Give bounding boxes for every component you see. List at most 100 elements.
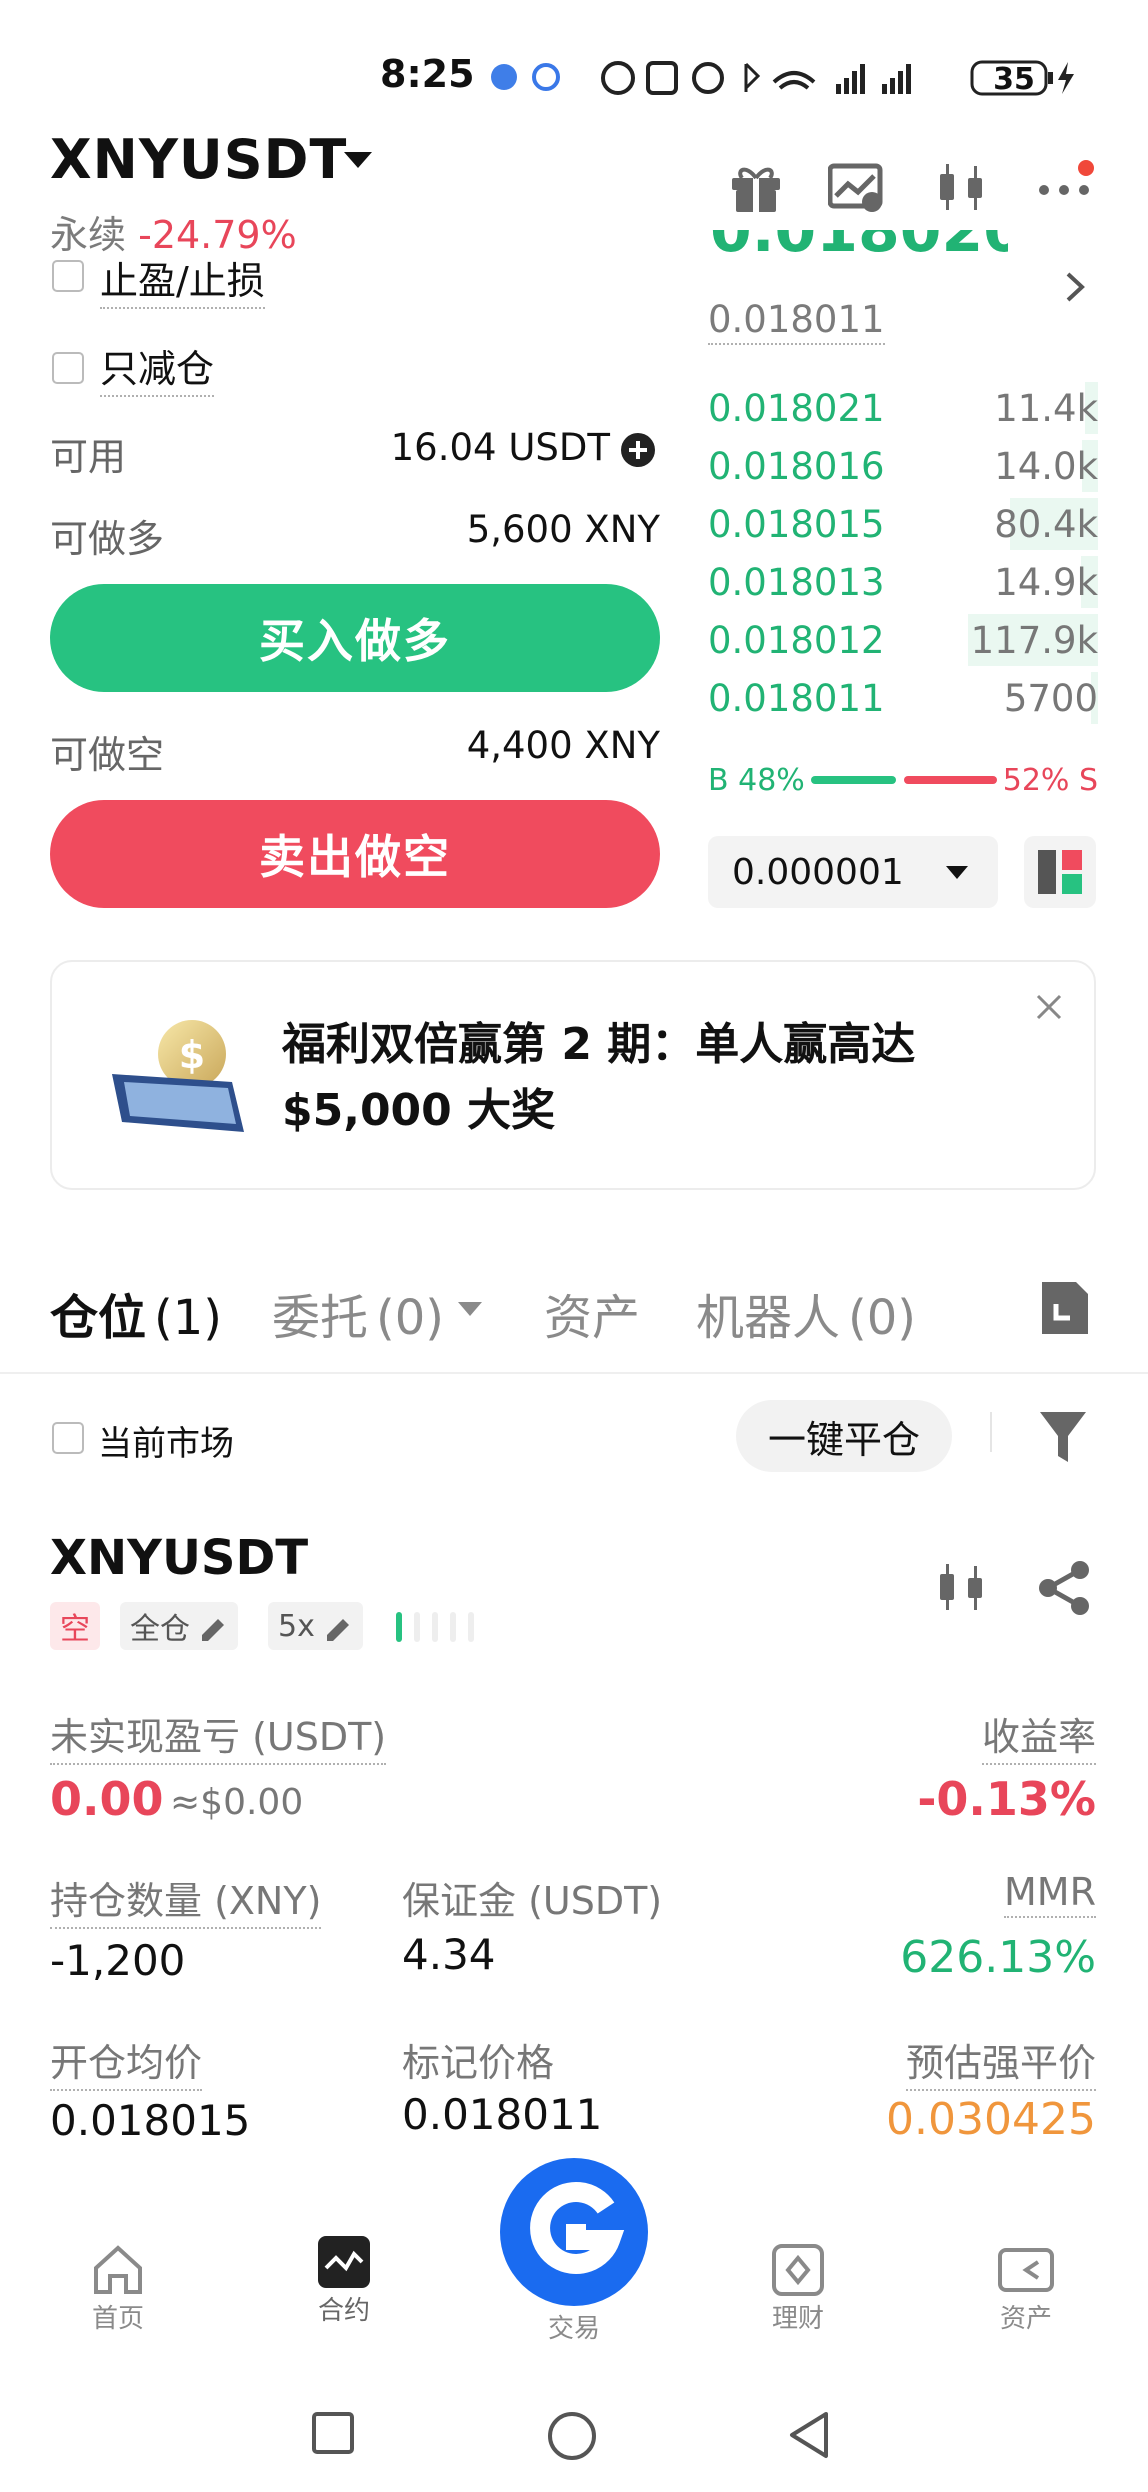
futures-icon [318, 2236, 370, 2288]
orderbook-row[interactable]: 0.018012 117.9k [708, 612, 1098, 668]
leverage-tag[interactable]: 5x [268, 1602, 363, 1650]
nav-trade[interactable]: 交易 [504, 2308, 644, 2345]
tab-bots[interactable]: 机器人 (0) [696, 1278, 916, 1346]
nav-label: 理财 [771, 2304, 824, 2334]
mmr-value: 626.13% [900, 1932, 1096, 1983]
margin-mode-tag[interactable]: 全仓 [120, 1602, 238, 1650]
ratio-buy-fill [810, 776, 897, 784]
mark-price[interactable]: 0.018011 [708, 298, 885, 345]
tab-assets[interactable]: 资产 [544, 1278, 640, 1346]
home-icon [94, 2245, 142, 2294]
last-price: 0.018020 [710, 230, 1008, 266]
home-circle-icon[interactable] [546, 2410, 598, 2462]
bid-qty: 14.9k [994, 560, 1098, 604]
can-long-value: 5,600 XNY [466, 508, 660, 551]
chevron-right-icon[interactable] [1064, 270, 1086, 304]
orderbook-row[interactable]: 0.018016 14.0k [708, 438, 1098, 494]
status-time: 8:25 [380, 52, 475, 96]
position-chart-icon[interactable] [934, 1560, 990, 1616]
nav-label: 交易 [547, 2314, 600, 2344]
orderbook-layout-icon[interactable] [1024, 836, 1096, 908]
bid-qty: 11.4k [994, 386, 1098, 430]
pair-title[interactable]: XNYUSDT [50, 128, 347, 191]
unrealized-pnl-value: 0.00 [50, 1772, 164, 1826]
buy-long-button[interactable]: 买入做多 [50, 584, 660, 692]
nav-futures[interactable]: 合约 [274, 2234, 414, 2327]
tab-label: 资产 [544, 1290, 641, 1346]
add-funds-icon[interactable] [620, 432, 656, 468]
nav-home[interactable]: 首页 [48, 2242, 188, 2335]
nav-label: 资产 [999, 2304, 1052, 2334]
tab-label: 仓位 [50, 1290, 147, 1346]
leverage-value: 5x [278, 1608, 315, 1644]
reduce-only-checkbox[interactable] [52, 352, 84, 384]
tabs-divider [0, 1372, 1148, 1374]
orderbook-row[interactable]: 0.018015 80.4k [708, 496, 1098, 552]
promo-text: 福利双倍赢第 2 期：单人赢高达 $5,000 大奖 [282, 1019, 916, 1136]
tab-orders-chevron-icon [458, 1302, 482, 1318]
trade-icon [530, 2182, 625, 2274]
more-icon[interactable] [1036, 160, 1096, 216]
roe-value: -0.13% [917, 1772, 1096, 1826]
current-market-label[interactable]: 当前市场 [98, 1416, 234, 1465]
tab-label: 委托 [272, 1290, 369, 1346]
risk-level-indicator [394, 1612, 484, 1642]
tab-orders[interactable]: 委托 (0) [272, 1278, 444, 1346]
bid-price: 0.018015 [708, 502, 885, 546]
promo-banner[interactable]: $ 福利双倍赢第 2 期：单人赢高达 $5,000 大奖 [50, 960, 1096, 1190]
candlestick-icon[interactable] [934, 160, 990, 216]
nav-assets[interactable]: 资产 [956, 2242, 1096, 2335]
edit-icon [202, 1619, 224, 1641]
ratio-bar [810, 776, 997, 784]
entry-price-label[interactable]: 开仓均价 [50, 2032, 203, 2091]
status-bar: 8:25 [380, 52, 475, 96]
last-price-clip: 0.018020 [708, 230, 1008, 274]
orderbook-row[interactable]: 0.018013 14.9k [708, 554, 1098, 610]
chart-settings-icon[interactable] [828, 162, 884, 214]
ratio-sell-fill [903, 776, 997, 784]
close-icon[interactable] [1034, 992, 1064, 1022]
filter-divider [990, 1412, 992, 1452]
reduce-only-label[interactable]: 只减仓 [100, 338, 215, 397]
precision-select[interactable]: 0.000001 [708, 836, 998, 908]
orderbook-row[interactable]: 0.018011 5700 [708, 670, 1098, 726]
gift-icon[interactable] [728, 160, 784, 216]
size-label[interactable]: 持仓数量 (XNY) [50, 1870, 322, 1929]
roe-label[interactable]: 收益率 [981, 1706, 1096, 1765]
liq-price-value: 0.030425 [886, 2094, 1096, 2145]
recent-apps-icon[interactable] [310, 2410, 356, 2456]
battery-level: 35 [993, 62, 1035, 97]
can-short-value: 4,400 XNY [466, 724, 660, 767]
current-market-checkbox[interactable] [52, 1422, 84, 1454]
bid-qty: 117.9k [970, 618, 1098, 662]
precision-value: 0.000001 [732, 851, 904, 893]
sell-short-button[interactable]: 卖出做空 [50, 800, 660, 908]
size-value: -1,200 [50, 1936, 186, 1985]
filter-icon[interactable] [1038, 1410, 1088, 1466]
earn-icon [772, 2244, 824, 2296]
margin-mode-value: 全仓 [130, 1612, 190, 1647]
mmr-label[interactable]: MMR [1004, 1870, 1096, 1918]
side-tag: 空 [50, 1602, 100, 1650]
tp-sl-label[interactable]: 止盈/止损 [100, 250, 265, 309]
trade-fab-button[interactable] [500, 2158, 648, 2306]
bid-price: 0.018011 [708, 676, 885, 720]
liq-price-label[interactable]: 预估强平价 [905, 2032, 1096, 2091]
share-icon[interactable] [1036, 1560, 1092, 1616]
precision-chevron-icon [946, 866, 968, 879]
back-icon[interactable] [786, 2410, 832, 2460]
tab-label: 机器人 [696, 1290, 841, 1346]
unrealized-pnl-label[interactable]: 未实现盈亏 (USDT) [50, 1706, 387, 1765]
orderbook-row[interactable]: 0.018021 11.4k [708, 380, 1098, 436]
position-symbol[interactable]: XNYUSDT [50, 1530, 308, 1586]
nav-earn[interactable]: 理财 [728, 2242, 868, 2335]
tab-count: (0) [848, 1290, 917, 1346]
tp-sl-checkbox[interactable] [52, 260, 84, 292]
history-icon[interactable] [1040, 1280, 1090, 1336]
can-long-label: 可做多 [50, 517, 165, 561]
app-notification-icon [488, 60, 568, 94]
tab-positions[interactable]: 仓位 (1) [50, 1278, 222, 1346]
chevron-down-icon[interactable] [344, 152, 372, 170]
buy-ratio: B 48% [708, 762, 805, 798]
close-all-button[interactable]: 一键平仓 [736, 1400, 952, 1472]
